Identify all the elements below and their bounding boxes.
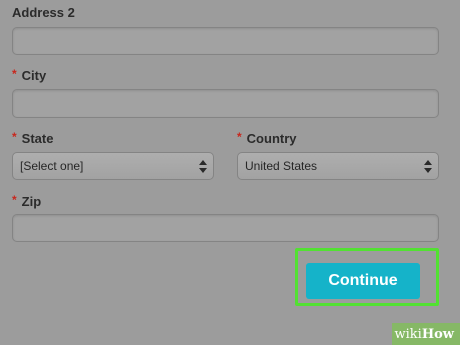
up-down-arrows-icon (199, 160, 207, 173)
required-mark: * (12, 67, 17, 81)
country-select-value: United States (245, 159, 318, 173)
required-mark: * (237, 130, 242, 144)
state-select[interactable]: [Select one] (12, 152, 214, 180)
address2-label: Address 2 (12, 5, 75, 20)
state-label: * State (12, 130, 54, 146)
zip-label: * Zip (12, 193, 42, 209)
zip-input[interactable] (12, 214, 439, 242)
city-label: * City (12, 67, 47, 83)
required-mark: * (12, 193, 17, 207)
required-mark: * (12, 130, 17, 144)
wikihow-watermark: wikiHow (370, 323, 460, 345)
city-input[interactable] (12, 89, 439, 118)
state-select-value: [Select one] (20, 159, 84, 173)
watermark-text: wikiHow (394, 327, 454, 342)
continue-button[interactable]: Continue (306, 263, 420, 299)
country-select[interactable]: United States (237, 152, 439, 180)
up-down-arrows-icon (424, 160, 432, 173)
address2-input[interactable] (12, 27, 439, 55)
country-label: * Country (237, 130, 297, 146)
